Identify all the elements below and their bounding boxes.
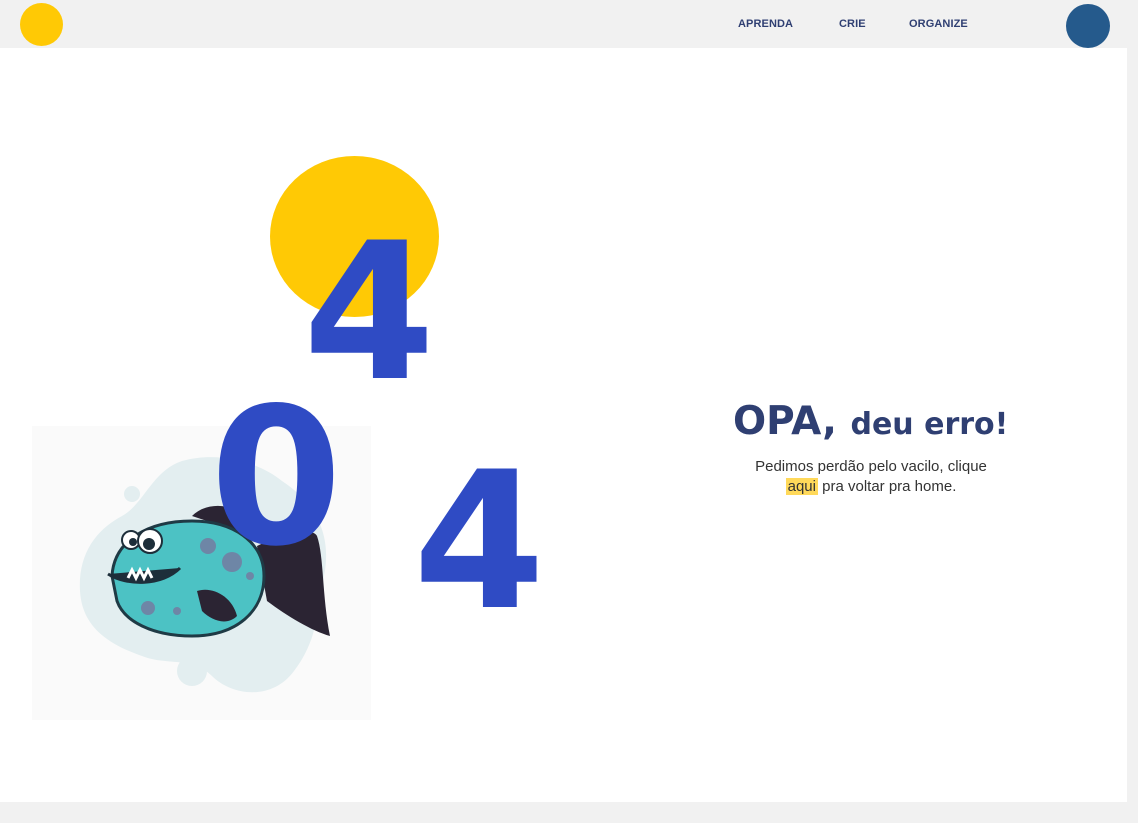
splash-dot [155,499,165,509]
home-link[interactable]: aqui [785,478,818,495]
nav-link-organize[interactable]: ORGANIZE [909,18,968,30]
error-headline: OPA, deu erro! [733,398,1008,449]
fish-spot [173,607,181,615]
splash-dot [177,656,207,686]
fish-spot [141,601,155,615]
message-after: pra voltar pra home. [822,478,957,495]
error-message: Pedimos perdão pelo vacilo, clique aqui … [740,457,1002,497]
headline-rest: deu erro! [850,407,1009,442]
splash-dot [280,619,294,633]
error-digit-last: 4 [413,431,546,652]
nav-link-crie[interactable]: CRIE [839,18,866,30]
user-avatar-icon[interactable] [1066,4,1110,48]
splash-dot [124,486,140,502]
nav-link-aprenda[interactable]: APRENDA [738,18,793,30]
message-before: Pedimos perdão pelo vacilo, clique [755,458,987,475]
top-navigation-bar: APRENDA CRIE ORGANIZE [0,0,1138,48]
headline-main: OPA, [733,399,837,444]
error-digit-middle: 0 [210,367,343,588]
fish-pupil [129,538,137,546]
logo-icon[interactable] [20,3,63,46]
fish-pupil [143,538,155,550]
